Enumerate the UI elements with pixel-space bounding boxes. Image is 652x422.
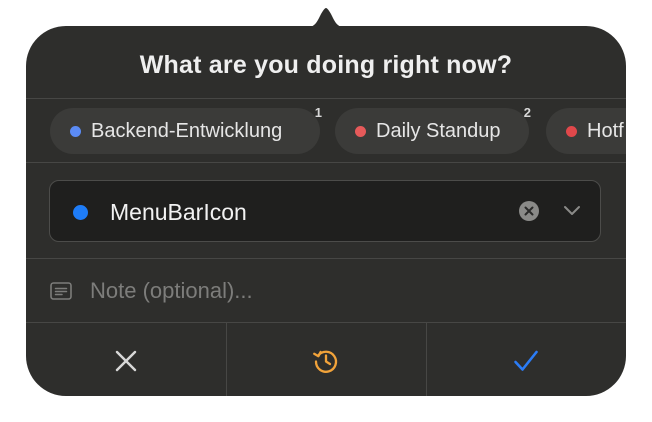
stage: What are you doing right now? Backend-En… [0,0,652,422]
project-chip-hotfix[interactable]: Hotf [546,108,626,154]
checkmark-icon [514,350,538,371]
project-chip-backend-entwicklung[interactable]: Backend-Entwicklung 1 [50,105,322,154]
project-select[interactable]: MenuBarIcon [49,180,601,242]
x-icon [115,350,137,372]
recent-projects-row[interactable]: Backend-Entwicklung 1 Daily Standup 2 Ho… [50,105,626,154]
chevron-down-icon[interactable] [562,203,582,217]
cancel-button[interactable] [26,323,226,396]
clear-icon[interactable] [519,201,539,221]
divider [26,258,626,259]
project-chip-daily-standup[interactable]: Daily Standup 2 [335,105,531,154]
project-chip-label: Backend-Entwicklung [91,119,283,142]
project-chip-label: Daily Standup [376,119,501,142]
shortcut-number: 2 [523,105,531,120]
history-icon [313,350,338,373]
project-color-dot [73,205,88,220]
popover-arrow [302,8,350,28]
project-color-dot [566,125,577,137]
shortcut-number: 1 [314,105,322,120]
divider [26,162,626,163]
project-select-value: MenuBarIcon [110,199,247,225]
action-bar [26,323,626,396]
project-color-dot [355,125,366,137]
project-chip-label: Hotf [587,119,624,142]
note-icon [50,282,72,300]
note-input[interactable] [90,274,570,308]
divider [26,98,626,99]
note-row [50,274,590,308]
history-button[interactable] [226,323,426,396]
confirm-button[interactable] [426,323,626,396]
project-color-dot [70,125,81,137]
popover-title: What are you doing right now? [139,51,513,79]
activity-popover: What are you doing right now? Backend-En… [26,26,626,396]
